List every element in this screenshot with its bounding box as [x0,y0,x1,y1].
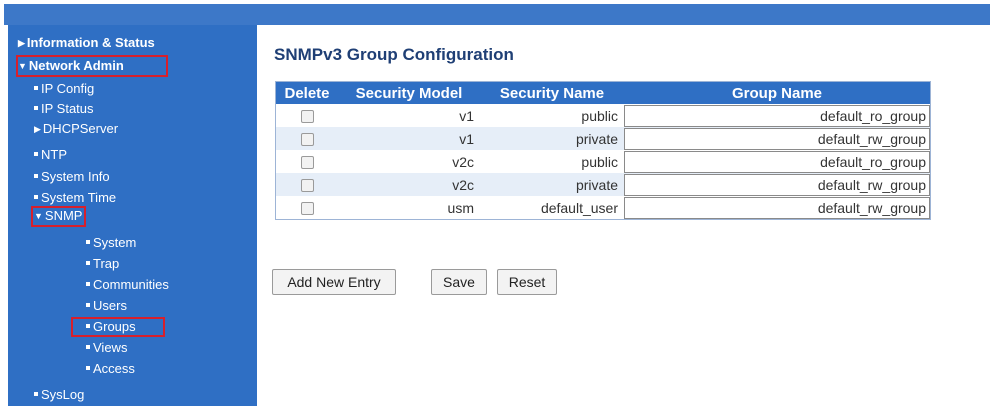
sidebar-item-label: System Time [41,190,117,205]
column-header-delete: Delete [275,81,338,104]
bullet-icon [86,261,90,265]
reset-button[interactable]: Reset [497,269,557,295]
main-content: SNMPv3 Group Configuration Delete Securi… [257,25,990,406]
sidebar-item-views[interactable]: Views [86,340,127,356]
bullet-icon [86,303,90,307]
delete-checkbox[interactable] [300,156,314,170]
security-name-cell: public [480,150,624,173]
group-name-cell: default_rw_group [624,173,931,196]
group-name-input[interactable]: default_rw_group [624,127,930,150]
security-model-cell: v1 [338,127,480,150]
column-header-security-model: Security Model [338,81,480,104]
sidebar-item-label: IP Status [41,101,94,116]
security-model-cell: v2c [338,173,480,196]
sidebar-item-label: Access [93,361,135,376]
bullet-icon [34,392,38,396]
delete-cell [275,196,338,220]
delete-checkbox[interactable] [300,202,314,216]
group-name-cell: default_ro_group [624,104,931,127]
sidebar-item-system-time[interactable]: System Time [34,190,116,206]
group-name-cell: default_ro_group [624,150,931,173]
bullet-icon [86,366,90,370]
security-model-cell: usm [338,196,480,220]
security-model-cell: v2c [338,150,480,173]
page-title: SNMPv3 Group Configuration [274,45,514,64]
group-name-input[interactable]: default_rw_group [624,173,930,196]
security-name-cell: public [480,104,624,127]
sidebar-item-users[interactable]: Users [86,298,127,314]
group-name-input[interactable]: default_ro_group [624,104,930,127]
sidebar-nav: ▶ Information & Status ▼ Network Admin IP … [8,25,257,406]
sidebar-item-dhcpserver[interactable]: ▶ DHCPServer [34,121,118,137]
sidebar-item-system-info[interactable]: System Info [34,169,110,185]
bullet-icon [34,152,38,156]
sidebar-item-label: Information & Status [26,35,155,50]
sidebar-item-information-status[interactable]: ▶ Information & Status [18,35,155,51]
sidebar-item-ip-config[interactable]: IP Config [34,81,94,97]
bullet-icon [34,174,38,178]
table-row: v2c public default_ro_group [275,150,931,173]
sidebar-item-syslog[interactable]: SysLog [34,387,84,403]
delete-checkbox[interactable] [300,110,314,124]
sidebar-item-ntp[interactable]: NTP [34,147,67,163]
highlight-snmp [31,206,86,227]
delete-cell [275,104,338,127]
column-header-security-name: Security Name [480,81,624,104]
sidebar-item-system[interactable]: System [86,235,136,251]
highlight-groups [71,317,165,337]
page: ▶ Information & Status ▼ Network Admin IP … [4,4,990,406]
sidebar-item-label: Views [93,340,128,355]
add-new-entry-button[interactable]: Add New Entry [272,269,396,295]
group-name-cell: default_rw_group [624,196,931,220]
group-name-input[interactable]: default_ro_group [624,150,930,173]
security-name-cell: private [480,127,624,150]
sidebar-item-label: Trap [93,256,120,271]
sidebar-item-communities[interactable]: Communities [86,277,169,293]
delete-checkbox[interactable] [300,179,314,193]
bullet-icon [86,240,90,244]
bullet-icon [34,195,38,199]
save-button[interactable]: Save [431,269,487,295]
bullet-icon [34,106,38,110]
delete-cell [275,150,338,173]
table-row: usm default_user default_rw_group [275,196,931,220]
bullet-icon [86,282,90,286]
sidebar-item-label: System Info [41,169,110,184]
highlight-network-admin [16,55,168,77]
sidebar-item-label: SysLog [41,387,85,402]
security-model-cell: v1 [338,104,480,127]
table-row: v1 public default_ro_group [275,104,931,127]
sidebar-item-label: NTP [41,147,67,162]
sidebar-item-ip-status[interactable]: IP Status [34,101,94,117]
table-row: v2c private default_rw_group [275,173,931,196]
bullet-icon [34,86,38,90]
sidebar-item-label: Users [93,298,127,313]
column-header-group-name: Group Name [624,81,931,104]
table-header-row: Delete Security Model Security Name Grou… [275,81,931,104]
bullet-icon [86,345,90,349]
sidebar-item-access[interactable]: Access [86,361,135,377]
top-bar [4,4,990,25]
table-row: v1 private default_rw_group [275,127,931,150]
sidebar-item-label: IP Config [41,81,95,96]
sidebar-item-label: Communities [93,277,169,292]
triangle-right-icon: ▶ [34,124,41,134]
delete-cell [275,173,338,196]
triangle-right-icon: ▶ [18,38,25,48]
group-config-table: Delete Security Model Security Name Grou… [275,81,931,220]
delete-checkbox[interactable] [300,133,314,147]
security-name-cell: private [480,173,624,196]
sidebar-item-label: System [93,235,137,250]
group-name-cell: default_rw_group [624,127,931,150]
delete-cell [275,127,338,150]
group-name-input[interactable]: default_rw_group [624,196,930,219]
sidebar-item-trap[interactable]: Trap [86,256,119,272]
sidebar-item-label: DHCPServer [42,121,119,136]
security-name-cell: default_user [480,196,624,220]
